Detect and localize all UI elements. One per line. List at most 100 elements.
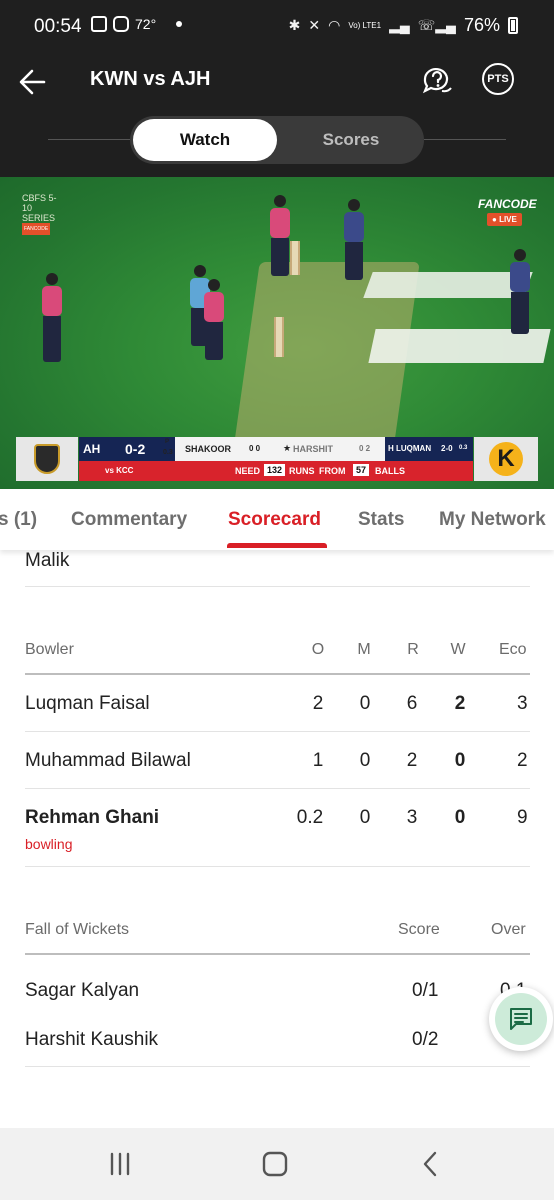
scorebug-target-row: vs KCC NEED 132 RUNS FROM 57 BALLS	[79, 461, 473, 481]
wickets-header: W	[450, 641, 466, 658]
shield-icon	[34, 444, 60, 474]
more-notifications-dot-icon	[176, 21, 183, 27]
bluetooth-icon: ✱	[288, 17, 301, 33]
runs-header: R	[407, 641, 419, 658]
batter-2: HARSHIT	[293, 444, 333, 454]
tab-squads[interactable]: s (1)	[0, 509, 37, 531]
bowler-economy: 9	[517, 807, 528, 828]
header-divider	[25, 953, 530, 955]
back-chevron-icon	[423, 1151, 437, 1177]
previous-batter-name: Malik	[25, 550, 70, 571]
arrow-left-icon	[19, 69, 46, 95]
divider	[25, 1066, 530, 1067]
bowler-economy: 2	[517, 750, 528, 771]
battery-icon	[508, 17, 518, 34]
status-system-icons: ✱ ✕ ◠ Vo) LTE1 ▂▄ ☏▂▄ 76%	[289, 15, 518, 36]
tab-commentary[interactable]: Commentary	[71, 509, 187, 531]
call-signal-icon: ☏▂▄	[417, 17, 456, 33]
network-label: Vo) LTE1	[348, 20, 382, 30]
home-icon	[262, 1151, 288, 1177]
home-button[interactable]	[255, 1148, 295, 1180]
status-notification-icons: 72°	[91, 16, 183, 32]
recents-button[interactable]	[100, 1148, 140, 1180]
bowler-maidens: 0	[359, 807, 371, 828]
status-temperature: 72°	[135, 16, 157, 32]
top-app-area: 00:54 72° ✱ ✕ ◠ Vo) LTE1 ▂▄ ☏▂▄ 76% KWN …	[0, 0, 554, 177]
fow-batter-name: Harshit Kaushik	[25, 1029, 159, 1050]
bowler-overs: 1	[312, 750, 324, 771]
bowler-wickets: 0	[454, 807, 466, 828]
status-time: 00:54	[34, 16, 82, 37]
overs-header: O	[311, 641, 325, 658]
watch-scores-toggle: Watch Scores	[130, 116, 424, 164]
scorecard-content[interactable]: Malik Bowler O M R W Eco Luqman Faisal 2…	[0, 550, 554, 1128]
battery-percent: 76%	[463, 15, 500, 35]
series-logo: CBFS 5-10 SERIES	[22, 193, 57, 223]
fall-of-wickets-header: Fall of Wickets	[25, 921, 130, 938]
toggle-divider-right	[424, 139, 506, 140]
tab-my-network[interactable]: My Network	[439, 509, 546, 531]
fancode-brand: FANCODE	[478, 197, 537, 211]
points-table-button[interactable]: PTS	[482, 63, 514, 95]
fow-score: 0/1	[412, 980, 439, 1001]
overs: 0.3	[163, 449, 173, 456]
batter-1: SHAKOOR	[185, 444, 232, 454]
mute-icon: ✕	[308, 17, 321, 33]
chat-icon	[510, 1008, 532, 1030]
live-video-player[interactable]: CBFS 5-10 SERIES FANCODE FANCODE ● LIVE …	[0, 177, 554, 489]
divider	[25, 731, 530, 732]
bowler-runs: 6	[406, 693, 418, 714]
back-button[interactable]	[14, 62, 54, 102]
bowler: H LUQMAN	[388, 444, 432, 453]
bowler-name: Rehman Ghani	[25, 807, 160, 828]
tab-stats[interactable]: Stats	[358, 509, 404, 531]
wifi-icon: ◠	[328, 17, 341, 33]
header-divider	[25, 673, 530, 675]
instagram-notification-icon	[113, 16, 129, 32]
striker-star-icon: ★	[283, 443, 292, 453]
system-navigation-bar	[0, 1128, 554, 1200]
bowler-name: Muhammad Bilawal	[25, 750, 191, 771]
bowler-wickets: 2	[454, 693, 466, 714]
help-button[interactable]	[420, 64, 454, 98]
bowler-overs: 2	[312, 693, 324, 714]
scorebug-top-row: AH 0-2 P 0.3 SHAKOOR 0 0 ★ HARSHIT 0 2 H…	[79, 437, 473, 461]
player-figure	[510, 249, 530, 334]
header: KWN vs AJH PTS	[0, 56, 554, 106]
live-badge: ● LIVE	[487, 213, 522, 226]
opponent-logo: K	[474, 437, 538, 481]
divider	[25, 586, 530, 587]
tab-scorecard[interactable]: Scorecard	[228, 509, 321, 531]
stumps	[290, 241, 300, 275]
signal-icon: ▂▄	[389, 17, 410, 33]
pitch-cover	[368, 329, 551, 363]
player-figure	[204, 279, 224, 360]
fancode-small-logo: FANCODE	[22, 223, 51, 235]
fow-score: 0/2	[412, 1029, 439, 1050]
watch-tab[interactable]: Watch	[133, 119, 277, 161]
toggle-divider-left	[48, 139, 130, 140]
player-figure	[42, 273, 62, 362]
bowler-name: Luqman Faisal	[25, 693, 150, 714]
batting-team: AH 0-2	[79, 437, 175, 461]
stumps	[274, 317, 284, 357]
bowler-overs: 0.2	[296, 807, 324, 828]
bowler-runs: 2	[406, 750, 418, 771]
maidens-header: M	[357, 641, 371, 658]
fow-over-header: Over	[491, 921, 526, 938]
status-bar: 00:54 72° ✱ ✕ ◠ Vo) LTE1 ▂▄ ☏▂▄ 76%	[0, 0, 554, 56]
divider	[25, 866, 530, 867]
bowler-header: Bowler	[25, 641, 74, 658]
match-title: KWN vs AJH	[90, 68, 211, 90]
gallery-notification-icon	[91, 16, 107, 32]
scores-tab[interactable]: Scores	[280, 119, 422, 161]
bowler-wickets: 0	[454, 750, 466, 771]
pitch-cover	[363, 272, 533, 298]
active-tab-indicator	[227, 543, 327, 548]
player-figure	[270, 195, 290, 276]
recents-icon	[110, 1152, 130, 1176]
chat-button[interactable]	[489, 987, 553, 1051]
bowler-runs: 3	[406, 807, 418, 828]
bowler-maidens: 0	[359, 750, 371, 771]
system-back-button[interactable]	[411, 1148, 451, 1180]
